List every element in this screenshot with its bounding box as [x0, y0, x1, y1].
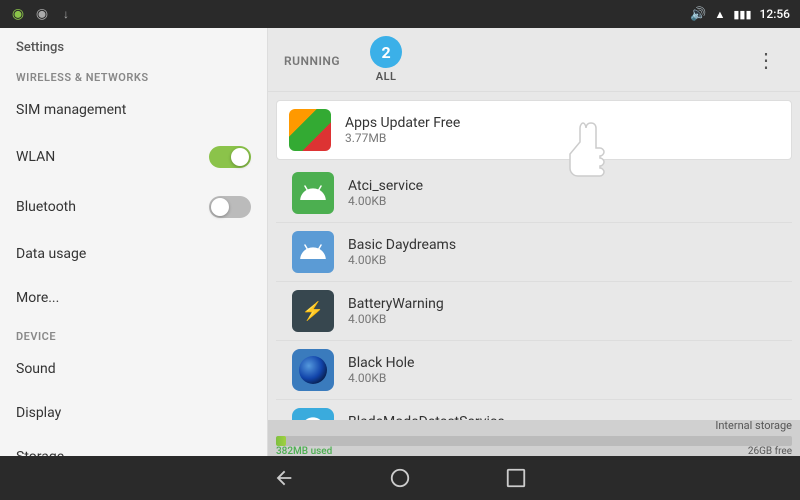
status-right-icons: 🔊 ▲ ▮▮▮ 12:56 [690, 7, 790, 22]
app-item-atci[interactable]: Atci_service 4.00KB [276, 164, 792, 223]
storage-used: 382MB used [276, 446, 332, 456]
app-size-apps-updater: 3.77MB [345, 131, 460, 145]
display-label: Display [16, 405, 61, 421]
settings-title: Settings [0, 28, 267, 61]
bottom-nav [0, 456, 800, 500]
app-icon-atci [292, 172, 334, 214]
app-size-battery-warning: 4.00KB [348, 312, 444, 326]
app-info-battery-warning: BatteryWarning 4.00KB [348, 296, 444, 326]
app-name-black-hole: Black Hole [348, 355, 414, 371]
storage-free: 26GB free [748, 446, 792, 456]
storage-bar [276, 436, 792, 446]
app-size-black-hole: 4.00KB [348, 371, 414, 385]
sidebar-item-bluetooth[interactable]: Bluetooth [0, 182, 267, 232]
app-item-battery-warning[interactable]: ⚡ BatteryWarning 4.00KB [276, 282, 792, 341]
sidebar-item-sound[interactable]: Sound [0, 347, 267, 391]
wifi-icon: ▲ [714, 8, 725, 21]
sidebar-item-more[interactable]: More... [0, 276, 267, 320]
app-item-black-hole[interactable]: Black Hole 4.00KB [276, 341, 792, 400]
storage-bar-container: Internal storage 382MB used 26GB free [268, 420, 800, 456]
more-label: More... [16, 290, 59, 306]
back-button[interactable] [266, 460, 302, 496]
main-layout: Settings WIRELESS & NETWORKS SIM managem… [0, 28, 800, 456]
wireless-section-header: WIRELESS & NETWORKS [0, 61, 267, 88]
sidebar: Settings WIRELESS & NETWORKS SIM managem… [0, 28, 268, 456]
content-wrapper: RUNNING 2 ALL ⋮ Apps Updater Free [268, 28, 800, 456]
overflow-menu-button[interactable]: ⋮ [748, 44, 784, 76]
clock: 12:56 [760, 7, 790, 21]
running-tab[interactable]: RUNNING [284, 50, 340, 69]
content-header: RUNNING 2 ALL ⋮ [268, 28, 800, 92]
app-size-basic-daydreams: 4.00KB [348, 253, 456, 267]
data-usage-label: Data usage [16, 246, 86, 262]
sidebar-item-storage[interactable]: Storage [0, 435, 267, 456]
app-icon-black-hole [292, 349, 334, 391]
app-info-basic-daydreams: Basic Daydreams 4.00KB [348, 237, 456, 267]
wlan-label: WLAN [16, 149, 55, 165]
battery-icon: ▮▮▮ [733, 8, 751, 21]
all-badge-label: ALL [376, 70, 397, 83]
status-bar: ◉ ◉ ↓ 🔊 ▲ ▮▮▮ 12:56 [0, 0, 800, 28]
sim-label: SIM management [16, 102, 126, 118]
app-size-atci: 4.00KB [348, 194, 423, 208]
storage-info: Internal storage 382MB used 26GB free [276, 419, 792, 456]
sidebar-item-wlan[interactable]: WLAN [0, 132, 267, 182]
recent-apps-button[interactable] [498, 460, 534, 496]
download-icon: ↓ [58, 6, 74, 22]
app-icon-apps-updater [289, 109, 331, 151]
storage-labels: 382MB used 26GB free [276, 446, 792, 456]
app-name-battery-warning: BatteryWarning [348, 296, 444, 312]
storage-label: Storage [16, 449, 64, 456]
sidebar-item-sim[interactable]: SIM management [0, 88, 267, 132]
app-list: Apps Updater Free 3.77MB Atci_service 4.… [268, 92, 800, 420]
app-item-blade-detect[interactable]: BladeModeDetectService 4.00KB [276, 400, 792, 420]
app-name-basic-daydreams: Basic Daydreams [348, 237, 456, 253]
bluetooth-toggle[interactable] [209, 196, 251, 218]
sound-label: Sound [16, 361, 56, 377]
app-name-apps-updater: Apps Updater Free [345, 115, 460, 131]
app-name-atci: Atci_service [348, 178, 423, 194]
app-item-apps-updater[interactable]: Apps Updater Free 3.77MB [276, 100, 792, 160]
device-section-header: DEVICE [0, 320, 267, 347]
bluetooth-label: Bluetooth [16, 199, 76, 215]
all-badge-count: 2 [370, 36, 402, 68]
app-item-basic-daydreams[interactable]: Basic Daydreams 4.00KB [276, 223, 792, 282]
content-panel: RUNNING 2 ALL ⋮ Apps Updater Free [268, 28, 800, 456]
volume-icon: 🔊 [690, 7, 706, 22]
app-info-apps-updater: Apps Updater Free 3.77MB [345, 115, 460, 145]
home-button[interactable] [382, 460, 418, 496]
sidebar-item-data-usage[interactable]: Data usage [0, 232, 267, 276]
wlan-toggle[interactable] [209, 146, 251, 168]
app-info-black-hole: Black Hole 4.00KB [348, 355, 414, 385]
app-icon-basic-daydreams [292, 231, 334, 273]
android2-icon: ◉ [34, 6, 50, 22]
all-tab[interactable]: 2 ALL [370, 36, 402, 83]
status-left-icons: ◉ ◉ ↓ [10, 6, 74, 22]
storage-title: Internal storage [276, 419, 792, 432]
app-info-atci: Atci_service 4.00KB [348, 178, 423, 208]
android-icon: ◉ [10, 6, 26, 22]
storage-bar-fill [276, 436, 286, 446]
sidebar-item-display[interactable]: Display [0, 391, 267, 435]
app-icon-battery-warning: ⚡ [292, 290, 334, 332]
